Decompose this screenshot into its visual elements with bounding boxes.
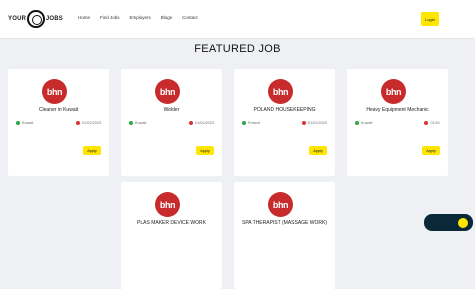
job-card[interactable]: bhn PLAS MAKER DEVICE WORK: [121, 182, 222, 289]
company-logo: bhn: [155, 79, 180, 104]
job-meta: Kuwait 01/01/2023: [129, 121, 214, 125]
card-footer: Apply: [242, 146, 327, 155]
date: 01/01: [424, 121, 440, 125]
chat-icon: [458, 217, 468, 228]
nav-find-jobs[interactable]: Find Jobs: [100, 15, 120, 20]
job-card[interactable]: bhn Welder Kuwait 01/01/2023 Apply: [121, 69, 222, 176]
job-title: Cleaner in Kuwait: [38, 107, 79, 113]
date-text: 01/01/2023: [81, 121, 101, 125]
job-title: PLAS MAKER DEVICE WORK: [137, 220, 206, 226]
top-navigation: YOUR JOBS Home Find Jobs Employers Blogs…: [0, 0, 475, 39]
login-button[interactable]: Login: [421, 12, 439, 26]
date-text: 01/01/2023: [307, 121, 327, 125]
job-title: SPA THERAPIST (MASSAGE WORK): [241, 220, 328, 226]
job-title: Heavy Equipment Mechanic: [366, 107, 429, 113]
location-icon: [16, 121, 20, 125]
location: Kuwait: [16, 121, 33, 125]
section-title: FEATURED JOB: [194, 43, 281, 55]
apply-button[interactable]: Apply: [83, 146, 101, 155]
location-text: Poland: [248, 121, 260, 125]
calendar-icon: [424, 121, 429, 125]
date-text: 01/01: [430, 121, 440, 125]
apply-button[interactable]: Apply: [196, 146, 214, 155]
company-logo: bhn: [268, 79, 293, 104]
job-meta: Kuwait 01/01: [355, 121, 440, 125]
date: 01/01/2023: [301, 121, 327, 125]
job-title: POLAND HOUSEKEEPING: [253, 107, 316, 113]
apply-button[interactable]: Apply: [309, 146, 327, 155]
calendar-icon: [301, 121, 306, 125]
date: 01/01/2023: [188, 121, 214, 125]
location-text: Kuwait: [135, 121, 147, 125]
job-card[interactable]: bhn SPA THERAPIST (MASSAGE WORK): [234, 182, 335, 289]
logo-right-text: JOBS: [45, 16, 63, 22]
company-logo: bhn: [268, 192, 293, 217]
company-logo: bhn: [42, 79, 67, 104]
job-meta: Poland 01/01/2023: [242, 121, 327, 125]
location-icon: [355, 121, 359, 125]
calendar-icon: [75, 121, 80, 125]
apply-button[interactable]: Apply: [422, 146, 440, 155]
job-card[interactable]: bhn Heavy Equipment Mechanic Kuwait 01/0…: [347, 69, 448, 176]
job-meta: Kuwait 01/01/2023: [16, 121, 101, 125]
globe-icon: [27, 10, 45, 28]
chat-widget[interactable]: [424, 214, 473, 231]
nav-employers[interactable]: Employers: [130, 15, 151, 20]
location-text: Kuwait: [361, 121, 373, 125]
location-icon: [129, 121, 133, 125]
main-nav: Home Find Jobs Employers Blogs Contact: [78, 15, 198, 20]
logo-left-text: YOUR: [8, 16, 27, 22]
job-card[interactable]: bhn POLAND HOUSEKEEPING Poland 01/01/202…: [234, 69, 335, 176]
job-title: Welder: [163, 107, 180, 113]
logo[interactable]: YOUR JOBS: [8, 9, 63, 29]
location: Kuwait: [129, 121, 146, 125]
job-card[interactable]: bhn Cleaner in Kuwait Kuwait 01/01/2023 …: [8, 69, 109, 176]
calendar-icon: [188, 121, 193, 125]
location-icon: [242, 121, 246, 125]
nav-contact[interactable]: Contact: [182, 15, 198, 20]
date-text: 01/01/2023: [194, 121, 214, 125]
company-logo: bhn: [155, 192, 180, 217]
location: Poland: [242, 121, 260, 125]
card-footer: Apply: [355, 146, 440, 155]
location-text: Kuwait: [22, 121, 34, 125]
date: 01/01/2023: [75, 121, 101, 125]
nav-blogs[interactable]: Blogs: [161, 15, 172, 20]
location: Kuwait: [355, 121, 372, 125]
nav-home[interactable]: Home: [78, 15, 90, 20]
card-footer: Apply: [129, 146, 214, 155]
card-footer: Apply: [16, 146, 101, 155]
company-logo: bhn: [381, 79, 406, 104]
